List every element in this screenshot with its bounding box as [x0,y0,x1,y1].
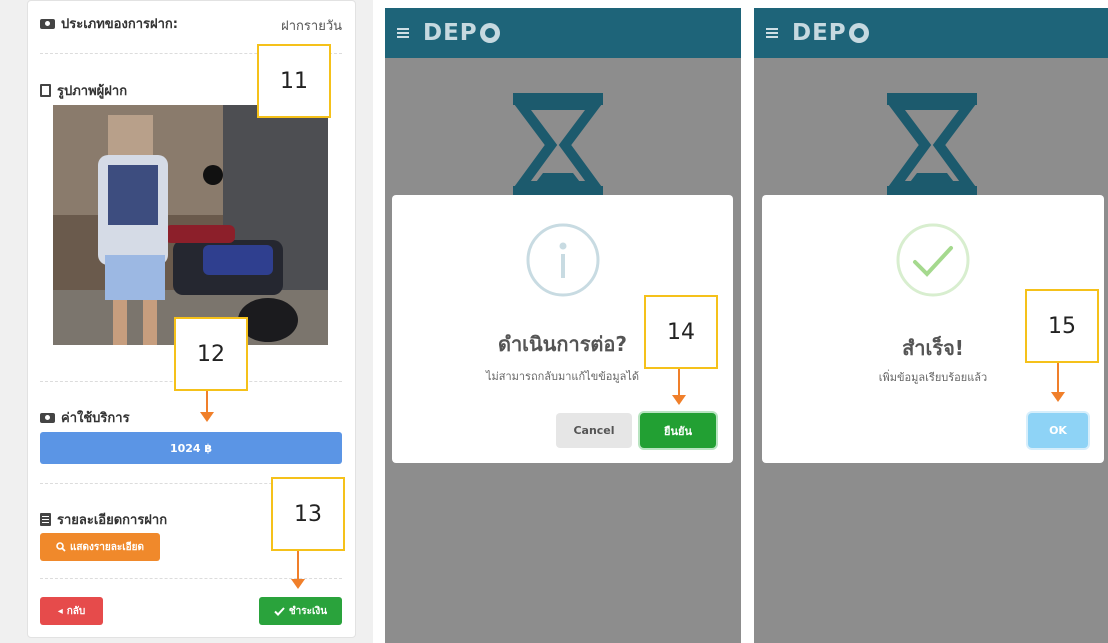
hourglass-icon [513,93,603,198]
app-bar: DEP [385,8,741,58]
confirm-message: ไม่สามารถกลับมาแก้ไขข้อมูลได้ [485,370,640,383]
logo-wheel-icon [848,23,869,43]
ok-button[interactable]: OK [1028,413,1088,448]
hamburger-icon[interactable] [397,28,409,38]
details-header: รายละเอียดการฝาก [40,509,167,530]
show-details-label: แสดงรายละเอียด [69,541,145,553]
cancel-button[interactable]: Cancel [556,413,632,448]
confirm-button[interactable]: ยืนยัน [640,413,716,448]
image-icon [40,84,51,97]
arrow-13 [291,551,305,589]
hourglass-icon [887,93,977,198]
arrow-14 [672,369,686,405]
callout-12: 12 [174,317,248,391]
app-bar: DEP [754,8,1108,58]
details-label: รายละเอียดการฝาก [57,513,168,528]
photo-label: รูปภาพผู้ฝาก [57,84,128,99]
success-check-icon [896,223,970,297]
callout-13: 13 [271,477,345,551]
fee-label: ค่าใช้บริการ [61,411,130,426]
pay-button[interactable]: ชำระเงิน [259,597,342,625]
fee-amount: 1024 ฿ [169,441,213,455]
logo-text: DEP [423,20,478,46]
arrow-12 [200,391,214,422]
deposit-type-value: ฝากรายวัน [281,19,342,34]
hamburger-icon[interactable] [766,28,778,38]
back-label: กลับ [66,605,86,617]
pay-label: ชำระเงิน [288,605,328,617]
success-message: เพิ่มข้อมูลเรียบร้อยแล้ว [878,371,988,384]
callout-11: 11 [257,44,331,118]
photo-header: รูปภาพผู้ฝาก [40,80,127,101]
chevron-left-icon: ◂ [57,605,63,617]
logo-text: DEP [792,20,847,46]
callout-15: 15 [1025,289,1099,363]
logo-wheel-icon [479,23,500,43]
money-icon [40,412,55,423]
list-icon [40,513,51,526]
fee-amount-bar: 1024 ฿ [40,432,342,464]
app-logo: DEP [423,20,500,46]
show-details-button[interactable]: แสดงรายละเอียด [40,533,160,561]
app-logo: DEP [792,20,869,46]
fee-header: ค่าใช้บริการ [40,407,130,428]
deposit-type-row: ประเภทของการฝาก: [40,13,178,34]
back-button[interactable]: ◂ กลับ [40,597,103,625]
depositor-photo-image [53,105,328,345]
search-icon [56,542,66,552]
money-icon [40,18,55,29]
info-icon [526,223,600,297]
deposit-type-label: ประเภทของการฝาก: [61,17,178,32]
check-icon [274,606,285,616]
arrow-15 [1051,363,1065,402]
callout-14: 14 [644,295,718,369]
depositor-photo [53,105,328,345]
